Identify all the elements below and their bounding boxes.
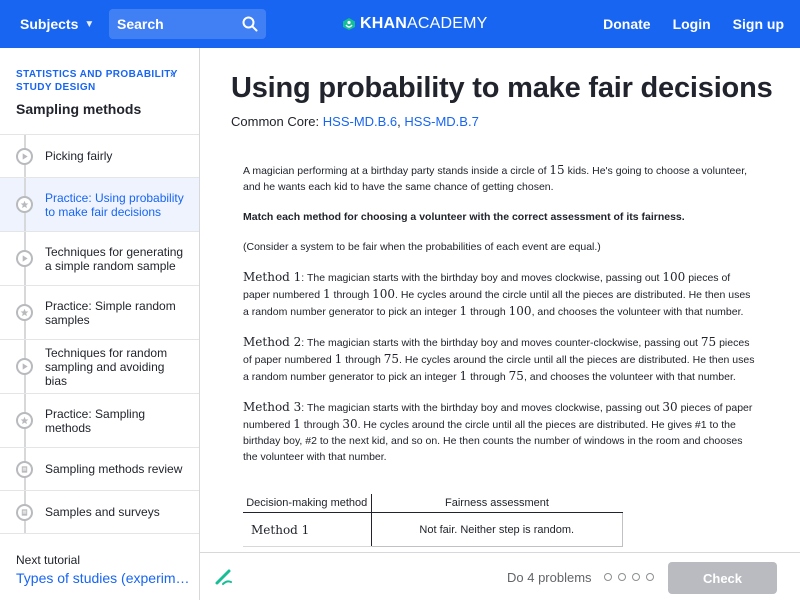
article-icon xyxy=(16,503,33,521)
table-header-method: Decision-making method xyxy=(243,494,372,513)
sidebar-item-label: Picking fairly xyxy=(45,149,113,163)
progress-dot xyxy=(646,573,654,581)
subjects-label: Subjects xyxy=(20,16,79,32)
problem-instruction: Match each method for choosing a volunte… xyxy=(243,211,685,223)
progress-dot xyxy=(604,573,612,581)
top-nav-bar: Subjects ▼ Search KHANACADEMY Donate Log… xyxy=(0,0,800,48)
matching-table: Decision-making method Fairness assessme… xyxy=(243,494,623,547)
unit-title: Sampling methods xyxy=(16,101,142,117)
sidebar-item-techniques-simple-random[interactable]: Techniques for generating a simple rando… xyxy=(0,232,199,286)
next-tutorial: Next tutorial Types of studies (experime… xyxy=(16,553,191,586)
method-3-description: Method 3: The magician starts with the b… xyxy=(243,400,753,463)
subjects-menu[interactable]: Subjects ▼ xyxy=(20,16,94,32)
problem-count: Do 4 problems xyxy=(507,570,592,585)
table-cell-method: Method 1 xyxy=(243,512,372,547)
donate-link[interactable]: Donate xyxy=(603,16,650,32)
search-input[interactable]: Search xyxy=(109,9,266,39)
sidebar: STATISTICS AND PROBABILITY STUDY DESIGN … xyxy=(0,48,200,600)
sidebar-item-sampling-review[interactable]: Sampling methods review xyxy=(0,448,199,491)
breadcrumb-subject[interactable]: STATISTICS AND PROBABILITY xyxy=(16,68,186,81)
search-placeholder: Search xyxy=(117,16,164,32)
table-row: Method 1 Not fair. Neither step is rando… xyxy=(243,512,623,547)
chevron-down-icon: ▼ xyxy=(84,18,95,30)
problem-intro: A magician performing at a birthday part… xyxy=(243,163,748,193)
next-tutorial-link[interactable]: Types of studies (experiments vs. observ… xyxy=(16,570,191,586)
star-icon xyxy=(16,304,33,321)
logo-text-light: ACADEMY xyxy=(407,15,488,32)
sidebar-item-label: Practice: Simple random samples xyxy=(45,298,176,327)
sidebar-item-label: Practice: Using probability to make fair… xyxy=(45,190,184,219)
sidebar-item-label: Techniques for random sampling and avoid… xyxy=(45,345,168,388)
scratchpad-icon[interactable] xyxy=(214,567,234,587)
standard-link-2[interactable]: HSS-MD.B.7 xyxy=(404,114,478,129)
sidebar-item-label: Samples and surveys xyxy=(45,505,160,519)
exercise-footer: Do 4 problems Check xyxy=(200,552,800,600)
page-title: Using probability to make fair decisions xyxy=(231,72,773,104)
search-icon[interactable] xyxy=(242,16,258,32)
common-core-label: Common Core: xyxy=(231,114,320,129)
sidebar-item-picking-fairly[interactable]: Picking fairly xyxy=(0,135,199,178)
chevron-right-icon: › xyxy=(170,69,174,80)
problem-note: (Consider a system to be fair when the p… xyxy=(243,241,601,253)
play-icon xyxy=(16,147,33,165)
star-icon xyxy=(16,196,33,213)
breadcrumb[interactable]: STATISTICS AND PROBABILITY STUDY DESIGN … xyxy=(16,68,186,94)
common-core-standards: Common Core: HSS-MD.B.6, HSS-MD.B.7 xyxy=(231,114,479,129)
lesson-list: Picking fairly Practice: Using probabili… xyxy=(0,134,199,534)
progress-dot xyxy=(632,573,640,581)
table-header-fairness: Fairness assessment xyxy=(371,494,623,513)
breadcrumb-unit[interactable]: STUDY DESIGN xyxy=(16,81,186,94)
exercise-content: Using probability to make fair decisions… xyxy=(200,48,800,552)
check-button[interactable]: Check xyxy=(668,562,777,594)
sidebar-item-label: Practice: Sampling methods xyxy=(45,406,146,435)
sidebar-item-label: Sampling methods review xyxy=(45,462,183,476)
fairness-answer-card[interactable]: Not fair. Neither step is random. xyxy=(370,512,623,547)
sidebar-item-practice-fair-decisions[interactable]: Practice: Using probability to make fair… xyxy=(0,178,199,232)
leaf-logo-icon xyxy=(343,18,355,30)
play-icon xyxy=(16,250,33,267)
sidebar-item-techniques-avoiding-bias[interactable]: Techniques for random sampling and avoid… xyxy=(0,340,199,394)
article-icon xyxy=(16,460,33,478)
logo-text-bold: KHAN xyxy=(360,15,408,32)
signup-link[interactable]: Sign up xyxy=(733,16,784,32)
progress-dot xyxy=(618,573,626,581)
star-icon xyxy=(16,412,33,429)
sidebar-item-practice-sampling-methods[interactable]: Practice: Sampling methods xyxy=(0,394,199,448)
play-icon xyxy=(16,358,33,375)
login-link[interactable]: Login xyxy=(673,16,711,32)
next-tutorial-label: Next tutorial xyxy=(16,553,81,567)
method-2-description: Method 2: The magician starts with the b… xyxy=(243,335,755,383)
progress-dots xyxy=(604,573,654,581)
standard-link-1[interactable]: HSS-MD.B.6 xyxy=(323,114,397,129)
khan-academy-logo[interactable]: KHANACADEMY xyxy=(342,15,488,33)
sidebar-item-samples-surveys[interactable]: Samples and surveys xyxy=(0,491,199,534)
sidebar-item-label: Techniques for generating a simple rando… xyxy=(45,244,184,273)
method-1-description: Method 1: The magician starts with the b… xyxy=(243,270,751,318)
problem-body: A magician performing at a birthday part… xyxy=(243,162,758,479)
sidebar-item-practice-simple-random[interactable]: Practice: Simple random samples xyxy=(0,286,199,340)
